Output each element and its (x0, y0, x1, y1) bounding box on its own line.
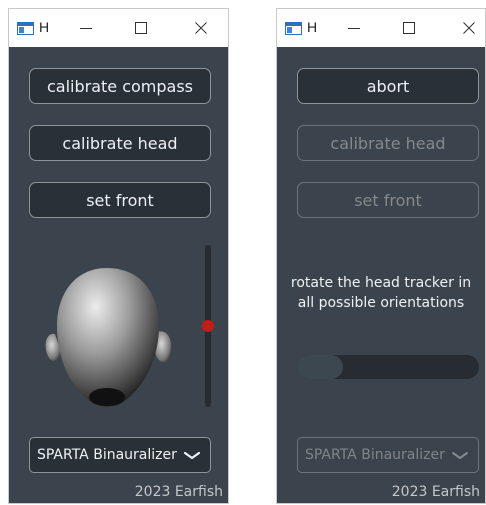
footer-credit: 2023 Earfish (391, 484, 480, 500)
maximize-button[interactable] (131, 17, 151, 39)
window-title: H (39, 19, 50, 35)
maximize-icon (403, 22, 415, 34)
window-right: H abort calibrate head set front rotate … (276, 8, 486, 504)
app-window-icon (17, 22, 34, 35)
head-skull (57, 268, 159, 407)
calibrate-head-button[interactable]: calibrate head (29, 125, 211, 161)
tilt-slider-thumb[interactable] (202, 320, 214, 332)
set-front-button[interactable]: set front (29, 182, 211, 218)
plugin-panel: abort calibrate head set front rotate th… (277, 47, 485, 503)
app-window-icon (285, 22, 302, 35)
plugin-selector[interactable]: SPARTA Binauralizer (297, 437, 479, 473)
minimize-icon (80, 28, 92, 29)
maximize-button[interactable] (399, 17, 419, 39)
title-bar[interactable]: H (9, 9, 228, 47)
minimize-button[interactable] (76, 17, 96, 39)
minimize-icon (348, 28, 360, 29)
chevron-down-icon (452, 452, 468, 459)
plugin-selector-value: SPARTA Binauralizer (37, 447, 177, 463)
plugin-selector-value: SPARTA Binauralizer (305, 447, 445, 463)
title-bar[interactable]: H (277, 9, 485, 47)
window-left: H calibrate compass calibrate head set f… (8, 8, 229, 504)
plugin-selector[interactable]: SPARTA Binauralizer (29, 437, 211, 473)
chevron-down-icon (183, 451, 201, 460)
close-icon (195, 22, 207, 34)
footer-credit: 2023 Earfish (134, 484, 223, 500)
calibration-progress-fill (297, 355, 343, 379)
calibrate-head-button[interactable]: calibrate head (297, 125, 479, 161)
set-front-button[interactable]: set front (297, 182, 479, 218)
close-button[interactable] (459, 17, 479, 39)
head-orientation-view (45, 268, 172, 407)
close-icon (463, 22, 475, 34)
close-button[interactable] (191, 17, 211, 39)
calibrate-compass-button[interactable]: calibrate compass (29, 68, 211, 104)
plugin-panel: calibrate compass calibrate head set fro… (9, 47, 228, 503)
calibration-progress-bar (297, 355, 479, 379)
head-neck-shadow (89, 388, 125, 406)
calibration-instruction: rotate the head tracker in all possible … (290, 275, 472, 311)
abort-button[interactable]: abort (297, 68, 479, 104)
window-title: H (307, 19, 318, 35)
maximize-icon (135, 22, 147, 34)
minimize-button[interactable] (344, 17, 364, 39)
